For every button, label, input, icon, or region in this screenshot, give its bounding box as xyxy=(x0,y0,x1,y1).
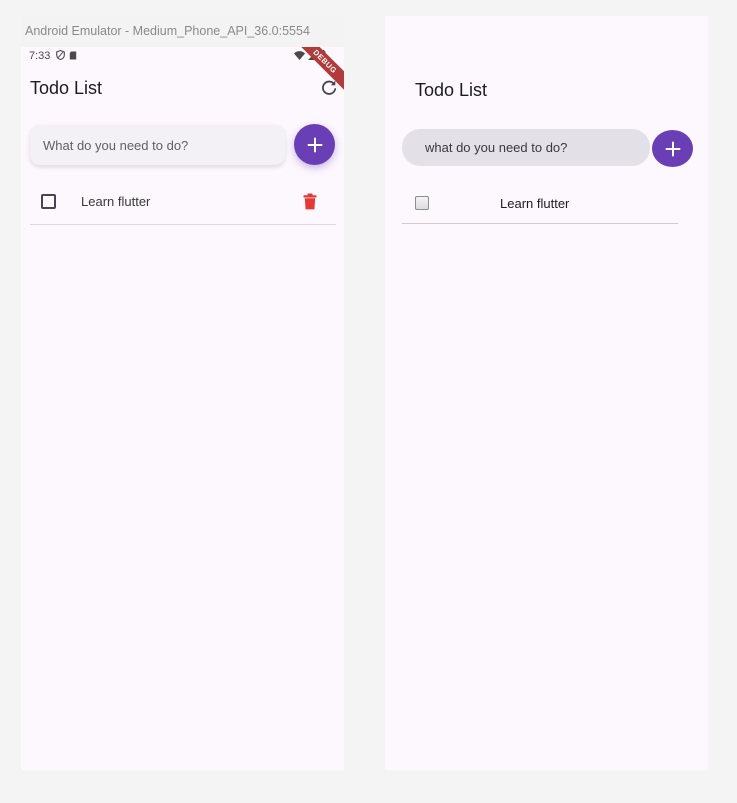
web-preview: Todo List Learn flutter xyxy=(385,16,708,770)
todo-checkbox[interactable] xyxy=(415,196,429,210)
todo-list-item: Learn flutter xyxy=(30,181,336,225)
plus-icon xyxy=(665,141,680,156)
page-title: Todo List xyxy=(30,78,103,98)
todo-label: Learn flutter xyxy=(81,194,151,209)
todo-input[interactable] xyxy=(43,137,272,153)
refresh-icon[interactable] xyxy=(320,79,338,97)
add-todo-button[interactable] xyxy=(652,130,693,167)
todo-input-container xyxy=(402,129,650,166)
page-title: Todo List xyxy=(415,80,488,100)
plus-icon xyxy=(307,137,322,152)
todo-input[interactable] xyxy=(425,140,627,155)
wifi-icon xyxy=(294,50,305,60)
trash-icon[interactable] xyxy=(303,193,317,210)
todo-list-item: Learn flutter xyxy=(402,186,678,224)
add-todo-button[interactable] xyxy=(294,124,335,165)
todo-checkbox[interactable] xyxy=(41,194,56,209)
emulator-screen: 7:33 DEBUG Todo List What do you need to… xyxy=(21,47,344,770)
shield-icon xyxy=(56,50,65,60)
emulator-window-title: Android Emulator - Medium_Phone_API_36.0… xyxy=(25,24,310,38)
sd-card-icon xyxy=(69,51,77,59)
status-bar: 7:33 xyxy=(21,47,344,67)
status-time: 7:33 xyxy=(29,50,51,62)
todo-label: Learn flutter xyxy=(500,196,570,211)
todo-input-container xyxy=(30,125,285,165)
emulator-title-bar: Android Emulator - Medium_Phone_API_36.0… xyxy=(21,16,344,47)
